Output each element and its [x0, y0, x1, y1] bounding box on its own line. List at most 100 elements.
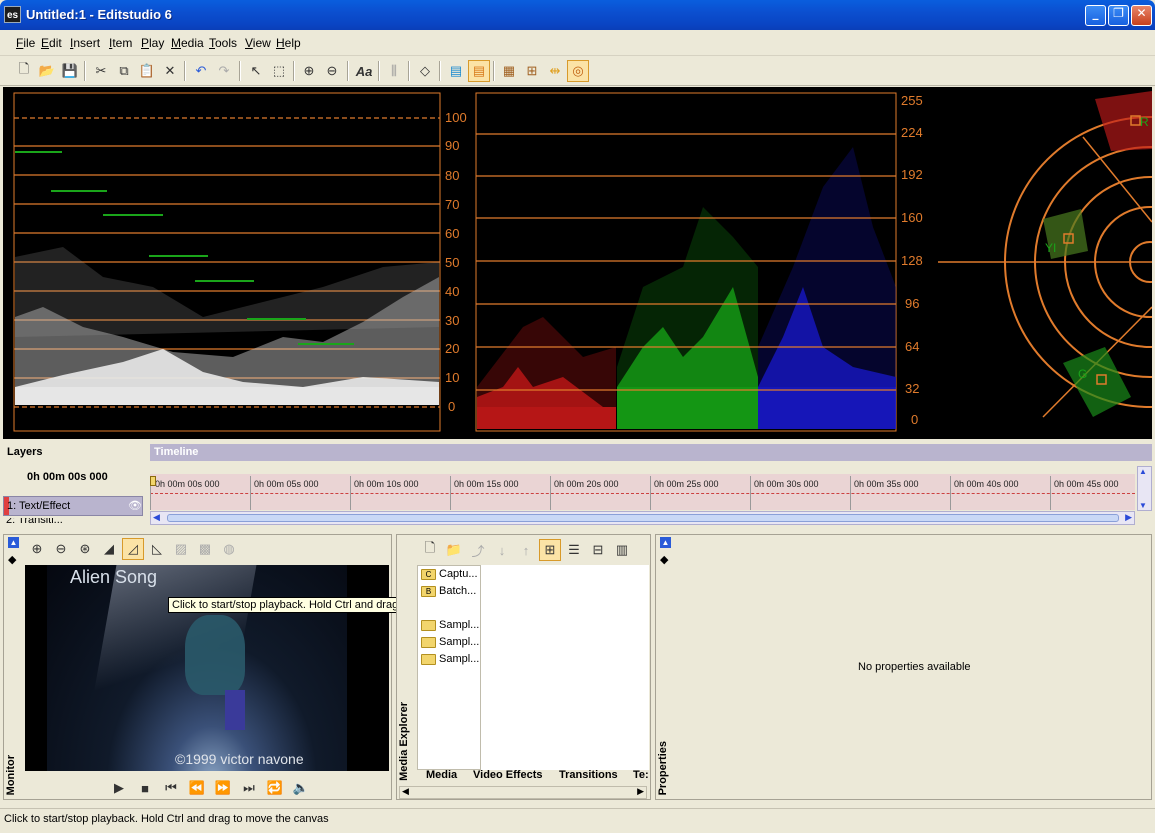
move-up-icon[interactable]: ↑ — [515, 539, 537, 561]
zoom-in-icon[interactable]: ⊕ — [26, 538, 48, 560]
scroll-left-icon[interactable]: ◀ — [153, 512, 160, 523]
menu-help[interactable]: Help — [276, 36, 301, 50]
new-file-icon[interactable]: 🗋 — [13, 60, 35, 82]
media-hscrollbar[interactable]: ◀ ▶ — [399, 786, 647, 799]
title-bar[interactable]: es Untitled:1 - Editstudio 6 _ ❐ ✕ — [0, 0, 1155, 30]
scroll-thumb[interactable] — [167, 514, 1119, 522]
volume-icon[interactable]: 🔈 — [290, 777, 312, 799]
keyframe-icon[interactable]: ◆ — [8, 553, 16, 566]
media-content[interactable] — [481, 565, 649, 770]
levels-icon[interactable]: ◢ — [98, 538, 120, 560]
timeline-vscrollbar[interactable]: ▲ ▼ — [1137, 466, 1152, 511]
curve-icon[interactable]: ◺ — [146, 538, 168, 560]
zoom-fit-icon[interactable]: ⊛ — [74, 538, 96, 560]
zoom-in-icon[interactable]: ⊕ — [298, 60, 320, 82]
filmstrip-icon[interactable]: ▦ — [498, 60, 520, 82]
overlay-icon[interactable]: ▨ — [170, 538, 192, 560]
menu-edit[interactable]: Edit — [41, 36, 62, 50]
playhead-marker[interactable] — [150, 476, 156, 486]
keyframe-icon[interactable]: ◆ — [660, 553, 668, 566]
layer-edit-icon[interactable]: ▤ — [468, 60, 490, 82]
fast-forward-icon[interactable]: ⏩ — [212, 777, 234, 799]
scroll-down-icon[interactable]: ▼ — [1139, 501, 1147, 510]
trim-icon[interactable]: ⊞ — [521, 60, 543, 82]
pin-icon[interactable]: ▲ — [8, 537, 19, 548]
menu-item[interactable]: Item — [109, 36, 132, 50]
pin-icon[interactable]: ▲ — [660, 537, 671, 548]
media-item[interactable]: C Captu... — [421, 568, 478, 580]
layer-add-icon[interactable]: ▤ — [445, 60, 467, 82]
mask-icon[interactable]: ◍ — [218, 538, 240, 560]
media-item[interactable]: Sampl... — [421, 636, 479, 648]
go-end-icon[interactable]: ⏭ — [238, 777, 260, 799]
new-bin-icon[interactable]: 🗋 — [419, 539, 441, 561]
save-icon[interactable]: 💾 — [59, 60, 81, 82]
media-item[interactable]: Sampl... — [421, 653, 479, 665]
parent-folder-icon[interactable]: ⤴ — [467, 539, 489, 561]
zoom-out-icon[interactable]: ⊖ — [50, 538, 72, 560]
loop-icon[interactable]: 🔁 — [264, 777, 286, 799]
zoom-out-icon[interactable]: ⊖ — [321, 60, 343, 82]
tab-video-effects[interactable]: Video Effects — [473, 769, 543, 781]
timeline-hscrollbar[interactable]: ◀ ▶ — [150, 511, 1135, 525]
tab-transitions[interactable]: Transitions — [559, 769, 618, 781]
redo-icon[interactable]: ↷ — [213, 60, 235, 82]
menu-insert[interactable]: Insert — [70, 36, 100, 50]
media-explorer-tab[interactable]: Media Explorer — [398, 702, 410, 781]
split-icon[interactable]: ⫼ — [383, 60, 405, 82]
timeline-ruler[interactable]: 0h 00m 00s 000 0h 00m 05s 000 0h 00m 10s… — [150, 474, 1135, 510]
transition-icon[interactable]: ⇹ — [544, 60, 566, 82]
restore-button[interactable]: ❐ — [1108, 5, 1129, 26]
menu-view[interactable]: View — [245, 36, 271, 50]
scroll-right-icon[interactable]: ▶ — [1125, 512, 1132, 523]
minimize-button[interactable]: _ — [1085, 5, 1106, 26]
cut-icon[interactable]: ✂ — [90, 60, 112, 82]
pointer-icon[interactable]: ↖ — [245, 60, 267, 82]
paste-icon[interactable]: 📋 — [136, 60, 158, 82]
text-tool-icon[interactable]: Aa — [353, 60, 375, 82]
timeline-panel: Timeline 0h 00m 00s 000 0h 00m 05s 000 0… — [150, 444, 1152, 528]
select-region-icon[interactable]: ⬚ — [268, 60, 290, 82]
thumbnail-view-icon[interactable]: ⊞ — [539, 539, 561, 561]
move-down-icon[interactable]: ↓ — [491, 539, 513, 561]
media-item[interactable]: B Batch... — [421, 585, 476, 597]
scroll-right-icon[interactable]: ▶ — [637, 786, 644, 797]
new-folder-icon[interactable]: 📁 — [443, 539, 465, 561]
menu-tools[interactable]: Tools — [209, 36, 237, 50]
scroll-up-icon[interactable]: ▲ — [1139, 467, 1147, 476]
detail-view-icon[interactable]: ⊟ — [587, 539, 609, 561]
layer-row[interactable]: 1: Text/Effect 👁 — [3, 496, 143, 516]
menu-play[interactable]: Play — [141, 36, 164, 50]
layer-row[interactable]: 2: Transiti... — [3, 518, 143, 528]
close-button[interactable]: ✕ — [1131, 5, 1152, 26]
tab-text[interactable]: Te: — [633, 769, 649, 781]
eye-icon[interactable]: 👁 — [128, 499, 142, 512]
keyframe-icon[interactable]: ◇ — [414, 60, 436, 82]
go-start-icon[interactable]: ⏮ — [160, 777, 182, 799]
parade-tick: 96 — [905, 296, 920, 311]
undo-icon[interactable]: ↶ — [190, 60, 212, 82]
tab-media[interactable]: Media — [426, 769, 457, 781]
menu-bar: File Edit Insert Item Play Media Tools V… — [0, 30, 1155, 56]
list-view-icon[interactable]: ☰ — [563, 539, 585, 561]
waveform-tick: 60 — [445, 226, 460, 241]
scopes-icon[interactable]: ◎ — [567, 60, 589, 82]
gamma-icon[interactable]: ◿ — [122, 538, 144, 560]
menu-file[interactable]: File — [16, 36, 35, 50]
properties-tab[interactable]: Properties — [657, 741, 669, 795]
stop-icon[interactable]: ■ — [134, 777, 156, 799]
menu-media[interactable]: Media — [171, 36, 204, 50]
scroll-left-icon[interactable]: ◀ — [402, 786, 409, 797]
media-item[interactable]: Sampl... — [421, 619, 479, 631]
rewind-icon[interactable]: ⏪ — [186, 777, 208, 799]
copy-icon[interactable]: ⧉ — [113, 60, 135, 82]
app-icon[interactable]: es — [4, 6, 21, 23]
video-preview[interactable]: Alien Song ©1999 victor navone — [25, 565, 389, 771]
delete-icon[interactable]: ✕ — [159, 60, 181, 82]
open-folder-icon[interactable]: 📂 — [36, 60, 58, 82]
play-icon[interactable]: ▶ — [108, 777, 130, 799]
safe-area-icon[interactable]: ▩ — [194, 538, 216, 560]
filmstrip-view-icon[interactable]: ▥ — [611, 539, 633, 561]
properties-panel: Properties ▲ ◆ No properties available — [655, 534, 1152, 800]
monitor-tab[interactable]: Monitor — [5, 755, 17, 795]
